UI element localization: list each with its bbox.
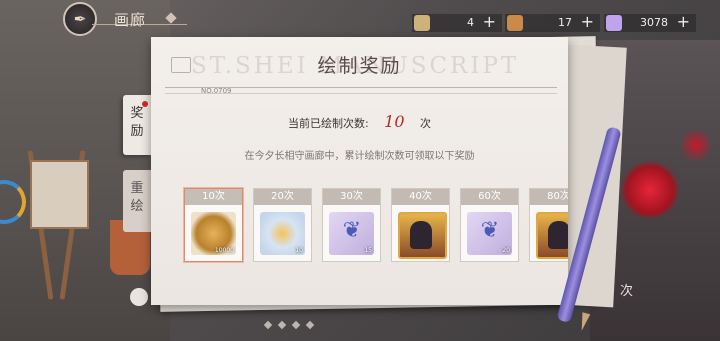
gem-icon <box>606 15 622 31</box>
red-flower-decoration <box>620 160 680 220</box>
draw-count-unit: 次 <box>420 117 432 130</box>
draw-count-value: 10 <box>384 112 405 131</box>
add-portrait-button[interactable]: + <box>483 13 496 31</box>
tab-redraw[interactable]: 重 绘 <box>123 170 151 232</box>
reward-threshold: 20次 <box>254 189 311 205</box>
tab-label: 绘 <box>130 199 144 214</box>
red-flower-decoration <box>682 125 710 165</box>
reward-quantity: 15 <box>364 247 372 254</box>
draw-count-label: 当前已绘制次数: <box>287 117 369 130</box>
page-dot[interactable] <box>291 320 301 330</box>
draw-count-line: 当前已绘制次数: 10 次 <box>151 112 568 131</box>
character-portrait-icon <box>536 212 568 259</box>
page-dot[interactable] <box>305 320 315 330</box>
easel-decoration <box>27 150 90 300</box>
reward-description: 在今夕长相守画廊中，累计绘制次数可领取以下奖励 <box>244 151 475 162</box>
reward-quantity: 20 <box>502 247 510 254</box>
add-gem-button[interactable]: + <box>677 13 690 31</box>
quill-icon: ✒ <box>73 10 87 28</box>
cup-decoration <box>130 288 148 306</box>
character-portrait-icon <box>414 15 430 31</box>
resource-value: 3078 <box>640 16 668 29</box>
tab-label: 奖 <box>130 106 144 121</box>
character-portrait-icon <box>398 212 447 259</box>
back-home-button[interactable]: ✒ <box>63 2 97 36</box>
reward-quantity: 10000 <box>214 247 234 254</box>
reward-card-10[interactable]: 10次 10000 <box>184 188 243 262</box>
pen-nib-decoration <box>577 312 591 332</box>
reward-threshold: 80次 <box>530 189 568 205</box>
resource-portrait-counter: 4 + <box>412 13 502 32</box>
reward-threshold: 60次 <box>461 189 518 205</box>
serial-number: NO.0709 <box>201 87 232 95</box>
resource-ticket-counter: 17 + <box>505 13 600 32</box>
page-dot[interactable] <box>263 320 273 330</box>
resource-gem-counter: 3078 + <box>604 13 696 32</box>
reward-threshold: 10次 <box>185 189 242 205</box>
reward-quantity: 10 <box>295 247 303 254</box>
reward-card-60[interactable]: 60次 ❦ 20 <box>460 188 519 262</box>
tab-label: 励 <box>130 124 144 139</box>
resource-value: 4 <box>467 16 474 29</box>
progress-ring-icon <box>0 180 26 224</box>
tab-rewards[interactable]: 奖 励 <box>123 95 151 155</box>
reward-card-80[interactable]: 80次 <box>529 188 568 262</box>
ticket-icon <box>507 15 523 31</box>
page-title: 画廊 <box>114 11 147 29</box>
reward-card-20[interactable]: 20次 10 <box>253 188 312 262</box>
reward-threshold: 40次 <box>392 189 449 205</box>
notification-dot <box>142 101 148 107</box>
page-dot[interactable] <box>277 320 287 330</box>
page-indicator <box>263 320 325 330</box>
reward-list: 10次 10000 20次 10 30次 ❦ 15 40次 60次 ❦ 20 8… <box>184 188 568 263</box>
reward-card-30[interactable]: 30次 ❦ 15 <box>322 188 381 262</box>
reward-card-40[interactable]: 40次 <box>391 188 450 262</box>
reward-threshold: 30次 <box>323 189 380 205</box>
diamond-icon <box>165 12 177 24</box>
tab-label: 重 <box>130 181 144 196</box>
modal-title: 绘制奖励 <box>317 55 402 77</box>
side-panel-label: 次 <box>620 284 634 299</box>
resource-value: 17 <box>558 16 572 29</box>
rewards-modal: ST.SHEI MANUSCRIPT 绘制奖励 NO.0709 当前已绘制次数:… <box>151 37 568 305</box>
top-bar: ✒ 画廊 4 + 17 + 3078 + <box>0 0 720 40</box>
add-ticket-button[interactable]: + <box>581 13 594 31</box>
